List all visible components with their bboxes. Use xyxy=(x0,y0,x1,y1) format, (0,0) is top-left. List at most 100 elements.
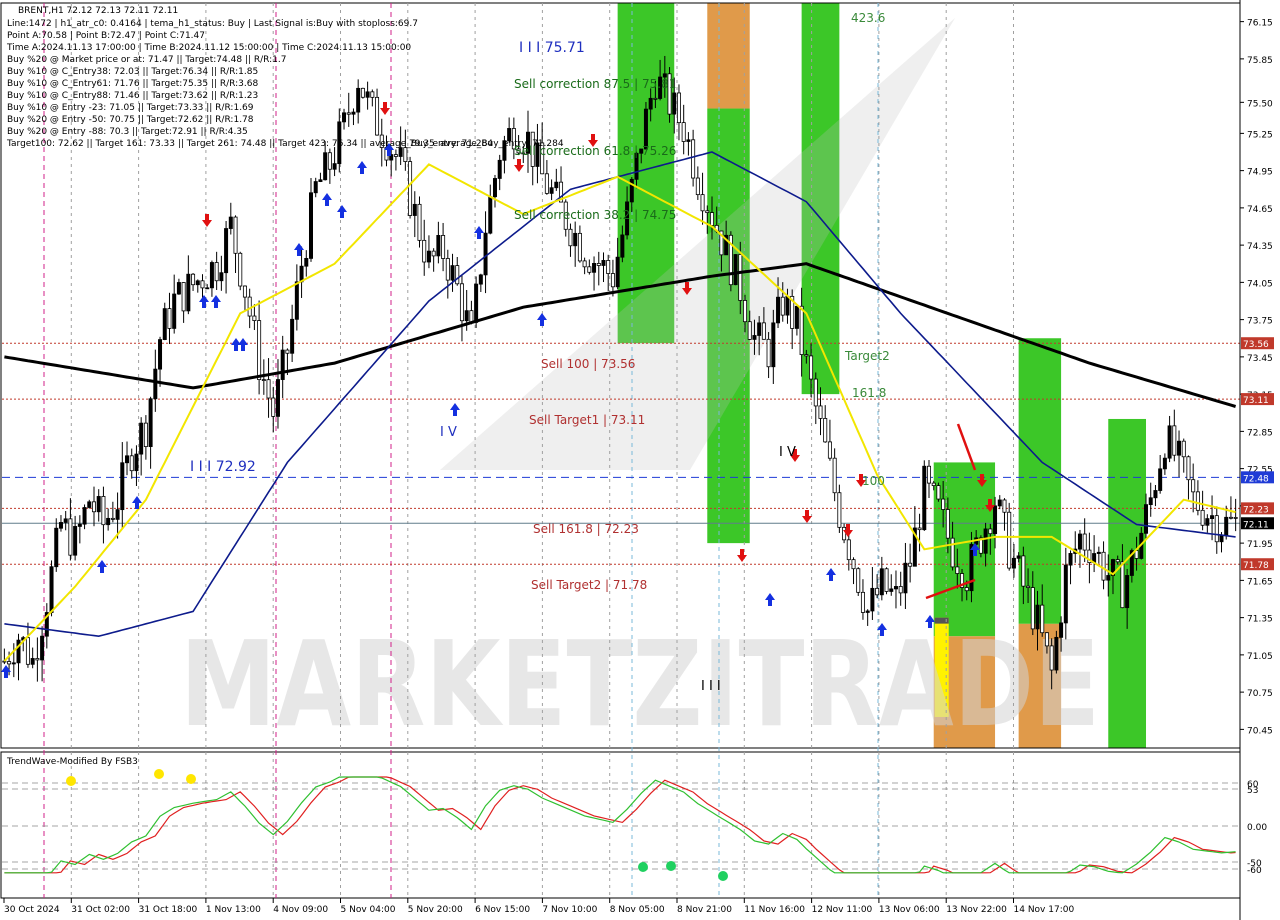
candle-body xyxy=(441,235,446,259)
candle-body xyxy=(1096,551,1101,554)
candle-body xyxy=(1063,564,1068,624)
y-tick-label: 71.05 xyxy=(1247,652,1273,662)
candle-body xyxy=(455,265,460,285)
candle-body xyxy=(238,252,243,287)
candle-body xyxy=(483,232,488,276)
target2-label: Target2 xyxy=(844,349,890,363)
candle-body xyxy=(252,315,257,322)
candle-body xyxy=(488,196,493,234)
candle-body xyxy=(403,147,408,162)
candle-body xyxy=(827,441,832,459)
candle-body xyxy=(643,108,648,150)
wave-label: I V xyxy=(440,425,457,440)
candle-body xyxy=(993,505,998,535)
osc-dot xyxy=(66,776,76,786)
candle-body xyxy=(695,177,700,196)
sell-target1-label: Sell Target1 | 73.11 xyxy=(529,413,645,427)
candle-body xyxy=(747,321,752,340)
candle-body xyxy=(1016,555,1021,559)
candle-body xyxy=(77,523,82,527)
candle-body xyxy=(261,379,266,381)
x-tick-label: 4 Nov 09:00 xyxy=(273,905,328,915)
candle-body xyxy=(1125,575,1130,609)
candle-body xyxy=(271,397,276,417)
info-line: Buy %10 @ C_Entry88: 71.46 || Target:73.… xyxy=(7,91,258,101)
candle-body xyxy=(898,586,903,594)
candle-body xyxy=(851,559,856,570)
price-chart[interactable]: MARKETZITRADE BRENT,H1 72.12 72.13 72.11… xyxy=(0,0,1280,920)
osc-dot xyxy=(666,861,676,871)
y-tick-label: 71.35 xyxy=(1247,615,1273,625)
candle-body xyxy=(927,465,932,484)
candle-body xyxy=(842,526,847,541)
candle-body xyxy=(738,254,743,301)
candle-body xyxy=(40,635,45,661)
info-line: Point A:70.58 | Point B:72.47 | Point C:… xyxy=(7,31,205,41)
candle-body xyxy=(492,178,497,198)
x-tick-label: 12 Nov 11:00 xyxy=(812,905,873,915)
candle-body xyxy=(766,338,771,368)
candle-body xyxy=(172,293,177,329)
y-tick-label: 76.15 xyxy=(1247,19,1273,29)
candle-body xyxy=(351,111,356,115)
osc-dot xyxy=(718,871,728,881)
x-tick-label: 5 Nov 20:00 xyxy=(408,905,463,915)
candle-body xyxy=(875,587,880,596)
candle-body xyxy=(82,507,87,525)
candle-body xyxy=(884,568,889,592)
info-line: Buy %20 @ Entry -50: 70.75 || Target:72.… xyxy=(7,115,254,125)
price-tag-label: 72.23 xyxy=(1243,505,1269,515)
candle-body xyxy=(610,273,615,288)
x-tick-label: 30 Oct 2024 xyxy=(4,905,60,915)
candle-body xyxy=(280,349,285,380)
candle-body xyxy=(370,91,375,98)
candle-body xyxy=(832,457,837,494)
candle-body xyxy=(988,528,993,535)
y-tick-label: 74.35 xyxy=(1247,242,1273,252)
oscillator-title: TrendWave-Modified By FSB3 xyxy=(6,757,138,767)
candle-body xyxy=(228,216,233,229)
candle-body xyxy=(294,281,299,320)
candle-body xyxy=(620,234,625,258)
info-line: Buy %10 @ C_Entry61: 71.76 || Target:75.… xyxy=(7,79,258,89)
sell-correction-382-label: Sell correction 38.2 | 74.75 xyxy=(514,208,676,222)
candle-body xyxy=(125,455,130,464)
candle-body xyxy=(11,662,16,665)
candle-body xyxy=(120,462,125,511)
candle-body xyxy=(478,274,483,285)
candle-body xyxy=(96,496,101,513)
x-tick-label: 5 Nov 04:00 xyxy=(341,905,396,915)
candle-body xyxy=(393,154,398,157)
candle-body xyxy=(1181,440,1186,458)
candle-body xyxy=(87,501,92,508)
wave-label: I I I 72.92 xyxy=(190,459,256,475)
candle-body xyxy=(1040,604,1045,634)
x-tick-label: 11 Nov 16:00 xyxy=(744,905,805,915)
candle-body xyxy=(422,239,427,263)
candle-body xyxy=(1077,533,1082,550)
wave-label: I V xyxy=(779,445,796,460)
osc-dot xyxy=(154,769,164,779)
symbol-line: BRENT,H1 72.12 72.13 72.11 72.11 xyxy=(18,6,178,16)
candle-body xyxy=(582,260,587,268)
candle-body xyxy=(16,639,21,664)
candle-body xyxy=(544,173,549,194)
candle-body xyxy=(1219,534,1224,543)
price-tag-label: 71.78 xyxy=(1243,561,1269,571)
candle-body xyxy=(1021,555,1026,587)
candle-body xyxy=(356,87,361,113)
candle-body xyxy=(497,159,502,179)
candle-body xyxy=(889,588,894,592)
candle-body xyxy=(771,322,776,368)
sell-100-label: Sell 100 | 73.56 xyxy=(541,357,635,371)
osc-level-label: 0.00 xyxy=(1247,823,1267,833)
candle-body xyxy=(63,518,68,523)
candle-body xyxy=(139,422,144,455)
candle-body xyxy=(592,263,597,273)
candle-body xyxy=(1011,557,1016,569)
info-line: Buy %20 @ Entry -88: 70.3 || Target:72.9… xyxy=(7,127,248,137)
y-tick-label: 74.95 xyxy=(1247,168,1273,178)
candle-body xyxy=(757,322,762,336)
candle-body xyxy=(1214,515,1219,543)
y-tick-label: 75.25 xyxy=(1247,130,1273,140)
